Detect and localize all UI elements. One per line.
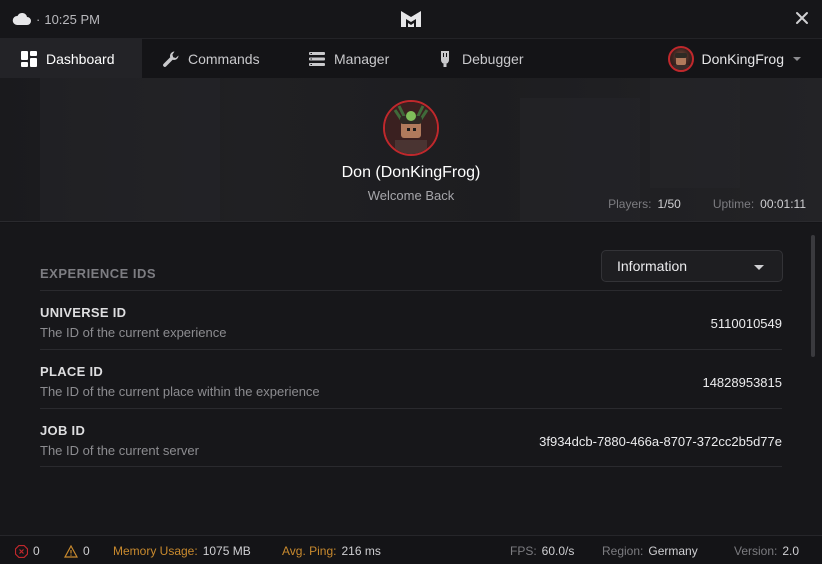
title-bar: · 10:25 PM [0,0,822,38]
region-value: Germany [648,544,698,558]
info-list: UNIVERSE ID The ID of the current experi… [40,290,782,467]
memory-label: Memory Usage: [113,544,198,558]
row-title: JOB ID [40,423,86,438]
username: DonKingFrog [701,51,785,67]
row-value[interactable]: 5110010549 [711,316,782,331]
ping-label: Avg. Ping: [282,544,337,558]
tab-dashboard[interactable]: Dashboard [0,38,142,79]
uptime-value: 00:01:11 [760,197,806,211]
warning-count[interactable]: 0 [64,544,90,558]
dashboard-icon [21,50,37,67]
error-icon [15,544,28,558]
list-item: JOB ID The ID of the current server 3f93… [40,408,782,467]
display-name: Don (DonKingFrog) [341,164,481,181]
cloud-icon [12,12,32,26]
row-description: The ID of the current place within the e… [40,384,320,399]
debugger-icon [441,50,449,67]
avatar [667,46,694,72]
error-count[interactable]: 0 [15,544,40,558]
main-nav: Dashboard Commands Manager Debugger DonK… [0,38,822,79]
row-description: The ID of the current experience [40,325,227,340]
close-icon[interactable] [794,10,810,26]
dot-separator: · [36,11,41,27]
server-stats: Players: 1/50 Uptime: 00:01:11 [608,197,806,211]
memory-value: 1075 MB [202,544,251,558]
memory-usage: Memory Usage: 1075 MB [113,544,251,558]
tab-commands[interactable]: Commands [142,39,288,79]
chevron-down-icon [793,57,801,61]
avg-ping: Avg. Ping: 216 ms [282,544,381,558]
profile-avatar [383,100,439,156]
list-item: UNIVERSE ID The ID of the current experi… [40,290,782,349]
clock-time: 10:25 PM [44,11,100,27]
fps-label: FPS: [510,544,537,558]
tab-debugger[interactable]: Debugger [416,39,546,79]
clock-area: · 10:25 PM [0,12,100,27]
list-item: PLACE ID The ID of the current place wit… [40,349,782,408]
fps: FPS: 60.0/s [510,544,574,558]
row-description: The ID of the current server [40,443,199,458]
wrench-icon [163,51,179,67]
version: Version: 2.0 [734,544,799,558]
region: Region: Germany [602,544,698,558]
version-value: 2.0 [782,544,800,558]
tab-manager[interactable]: Manager [288,39,416,79]
version-label: Version: [734,544,778,558]
user-menu[interactable]: DonKingFrog [667,45,803,73]
caret-down-icon [754,265,764,270]
uptime-label: Uptime: [712,197,755,211]
tab-label: Commands [188,50,260,67]
region-label: Region: [602,544,644,558]
info-dropdown[interactable]: Information [601,250,783,282]
row-title: PLACE ID [40,364,104,379]
scrollbar[interactable] [811,235,815,357]
error-value: 0 [33,544,40,558]
row-title: UNIVERSE ID [40,305,127,320]
tab-label: Dashboard [46,50,115,67]
players-value: 1/50 [657,197,681,211]
warning-icon [64,544,78,558]
main-content: EXPERIENCE IDS Information UNIVERSE ID T… [0,223,822,535]
row-value[interactable]: 14828953815 [702,375,782,390]
players-label: Players: [608,197,652,211]
warning-value: 0 [83,544,90,558]
fps-value: 60.0/s [541,544,575,558]
tab-label: Debugger [462,50,524,67]
dropdown-value: Information [617,258,688,274]
list-icon [309,51,325,66]
logo-icon [399,8,423,30]
section-title: EXPERIENCE IDS [40,266,157,281]
ping-value: 216 ms [341,544,381,558]
status-bar: 0 0 Memory Usage: 1075 MB Avg. Ping: 216… [0,535,822,564]
profile-hero: Don (DonKingFrog) Welcome Back Players: … [0,78,822,222]
tab-label: Manager [334,50,390,67]
row-value[interactable]: 3f934dcb-7880-466a-8707-372cc2b5d77e [539,434,782,449]
